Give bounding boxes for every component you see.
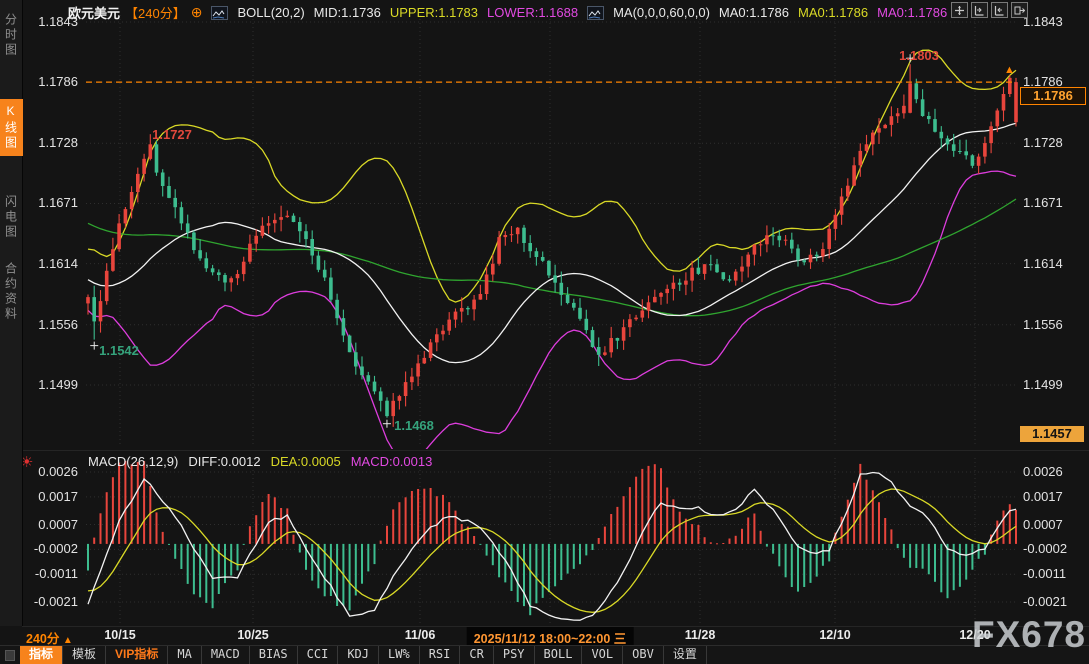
indicator-tab-10[interactable]: CR <box>460 646 493 664</box>
price-up-arrow-icon: ▲ <box>1004 64 1015 76</box>
boll-lower-value: LOWER:1.1688 <box>487 5 578 20</box>
scale-right-icon[interactable] <box>991 2 1008 18</box>
macd-tick-right: -0.0021 <box>1023 595 1083 609</box>
macd-tick-left: -0.0011 <box>28 567 78 581</box>
price-tick-right: 1.1843 <box>1023 15 1083 29</box>
date-axis: 240分 ▲ 2025/11/12 18:00~22:00 三 10/1510/… <box>0 627 1089 646</box>
macd-legend: MACD(26,12,9) DIFF:0.0012 DEA:0.0005 MAC… <box>88 454 432 469</box>
swing-low-label-1: 1.1542 <box>99 343 139 358</box>
watermark: FX678 <box>972 616 1086 653</box>
indicator-tab-0[interactable]: 指标 <box>20 646 63 664</box>
macd-dea-value: DEA:0.0005 <box>271 454 341 469</box>
macd-tick-right: 0.0007 <box>1023 518 1083 532</box>
price-tick-right: 1.1556 <box>1023 318 1083 332</box>
macd-tick-right: 0.0026 <box>1023 465 1083 479</box>
macd-tick-right: 0.0017 <box>1023 490 1083 504</box>
ma0-white-value: MA0:1.1786 <box>719 5 789 20</box>
boll-upper-value: UPPER:1.1783 <box>390 5 478 20</box>
add-indicator-icon[interactable]: ⊕ <box>191 4 203 21</box>
crosshair-icon[interactable] <box>951 2 968 18</box>
sidebar-item-3[interactable]: 合约资料 <box>0 257 23 327</box>
price-tick-left: 1.1671 <box>28 196 78 210</box>
macd-macd-value: MACD:0.0013 <box>351 454 433 469</box>
pan-right-icon[interactable] <box>1011 2 1028 18</box>
indicator-tab-6[interactable]: CCI <box>298 646 339 664</box>
indicator-tab-8[interactable]: LW% <box>379 646 420 664</box>
swing-low-label-2: 1.1468 <box>394 418 434 433</box>
indicator-tab-9[interactable]: RSI <box>420 646 461 664</box>
ma0-magenta-value: MA0:1.1786 <box>877 5 947 20</box>
swing-high-label: 1.1727 <box>152 127 192 142</box>
indicator-tab-1[interactable]: 模板 <box>63 646 106 664</box>
current-price-box: 1.1786 <box>1020 87 1086 105</box>
price-tick-right: 1.1499 <box>1023 378 1083 392</box>
period-selector-label: 240分 <box>26 632 59 646</box>
price-tick-left: 1.1786 <box>28 75 78 89</box>
sidebar: 分时图 K线图闪电图合约资料 <box>0 0 23 626</box>
price-tick-right: 1.1728 <box>1023 136 1083 150</box>
indicator-toolbar: 指标模板VIP指标MAMACDBIASCCIKDJLW%RSICRPSYBOLL… <box>0 645 1089 664</box>
indicator-tab-13[interactable]: VOL <box>582 646 623 664</box>
macd-tick-left: -0.0021 <box>28 595 78 609</box>
sidebar-item-1[interactable]: K线图 <box>0 99 23 156</box>
high-price-label: 1.1803 <box>899 48 939 63</box>
indicator-tab-15[interactable]: 设置 <box>664 646 707 664</box>
indicator-tab-5[interactable]: BIAS <box>250 646 298 664</box>
price-tick-left: 1.1728 <box>28 136 78 150</box>
macd-tick-left: -0.0002 <box>28 542 78 556</box>
x-axis-label: 11/28 <box>685 628 716 642</box>
indicator-tab-7[interactable]: KDJ <box>338 646 379 664</box>
range-low-box: 1.1457 <box>1020 426 1084 442</box>
ma0-yellow-value: MA0:1.1786 <box>798 5 868 20</box>
x-axis-label: 10/15 <box>104 628 135 642</box>
x-axis-label: 12/10 <box>819 628 850 642</box>
indicator-tab-11[interactable]: PSY <box>494 646 535 664</box>
macd-diff-value: DIFF:0.0012 <box>188 454 260 469</box>
indicator-tab-12[interactable]: BOLL <box>535 646 583 664</box>
indicator-tab-2[interactable]: VIP指标 <box>106 646 168 664</box>
top-legend: 欧元美元 【240分】 ⊕ BOLL(20,2) MID:1.1736 UPPE… <box>68 3 947 22</box>
price-tick-left: 1.1499 <box>28 378 78 392</box>
macd-title: MACD(26,12,9) <box>88 454 178 469</box>
price-tick-right: 1.1614 <box>1023 257 1083 271</box>
scale-left-icon[interactable] <box>971 2 988 18</box>
macd-tick-right: -0.0011 <box>1023 567 1083 581</box>
ma-chart-icon <box>587 6 604 20</box>
macd-tick-left: 0.0026 <box>28 465 78 479</box>
boll-mid-value: MID:1.1736 <box>314 5 381 20</box>
price-tick-left: 1.1556 <box>28 318 78 332</box>
price-tick-left: 1.1614 <box>28 257 78 271</box>
ma-title: MA(0,0,0,60,0,0) <box>613 5 710 20</box>
x-axis-label: 10/25 <box>237 628 268 642</box>
symbol-name: 欧元美元 <box>68 3 120 22</box>
price-tick-right: 1.1671 <box>1023 196 1083 210</box>
macd-tick-left: 0.0007 <box>28 518 78 532</box>
indicator-tab-4[interactable]: MACD <box>202 646 250 664</box>
app-window: 分时图 K线图闪电图合约资料 欧元美元 【240分】 ⊕ BOLL(20,2) M… <box>0 0 1089 664</box>
toolbar-handle-icon[interactable] <box>0 646 20 664</box>
x-axis-label: 11/06 <box>405 628 436 642</box>
macd-tick-right: -0.0002 <box>1023 542 1083 556</box>
boll-chart-icon <box>211 6 228 20</box>
period-label: 【240分】 <box>125 3 186 22</box>
sidebar-item-2[interactable]: 闪电图 <box>0 190 23 245</box>
indicator-tab-3[interactable]: MA <box>168 646 201 664</box>
boll-title: BOLL(20,2) <box>237 5 304 20</box>
indicator-tab-14[interactable]: OBV <box>623 646 664 664</box>
chart-toolbar <box>951 2 1028 18</box>
sidebar-item-0[interactable]: 分时图 <box>0 8 23 63</box>
macd-tick-left: 0.0017 <box>28 490 78 504</box>
chart-canvas[interactable] <box>0 0 1089 664</box>
